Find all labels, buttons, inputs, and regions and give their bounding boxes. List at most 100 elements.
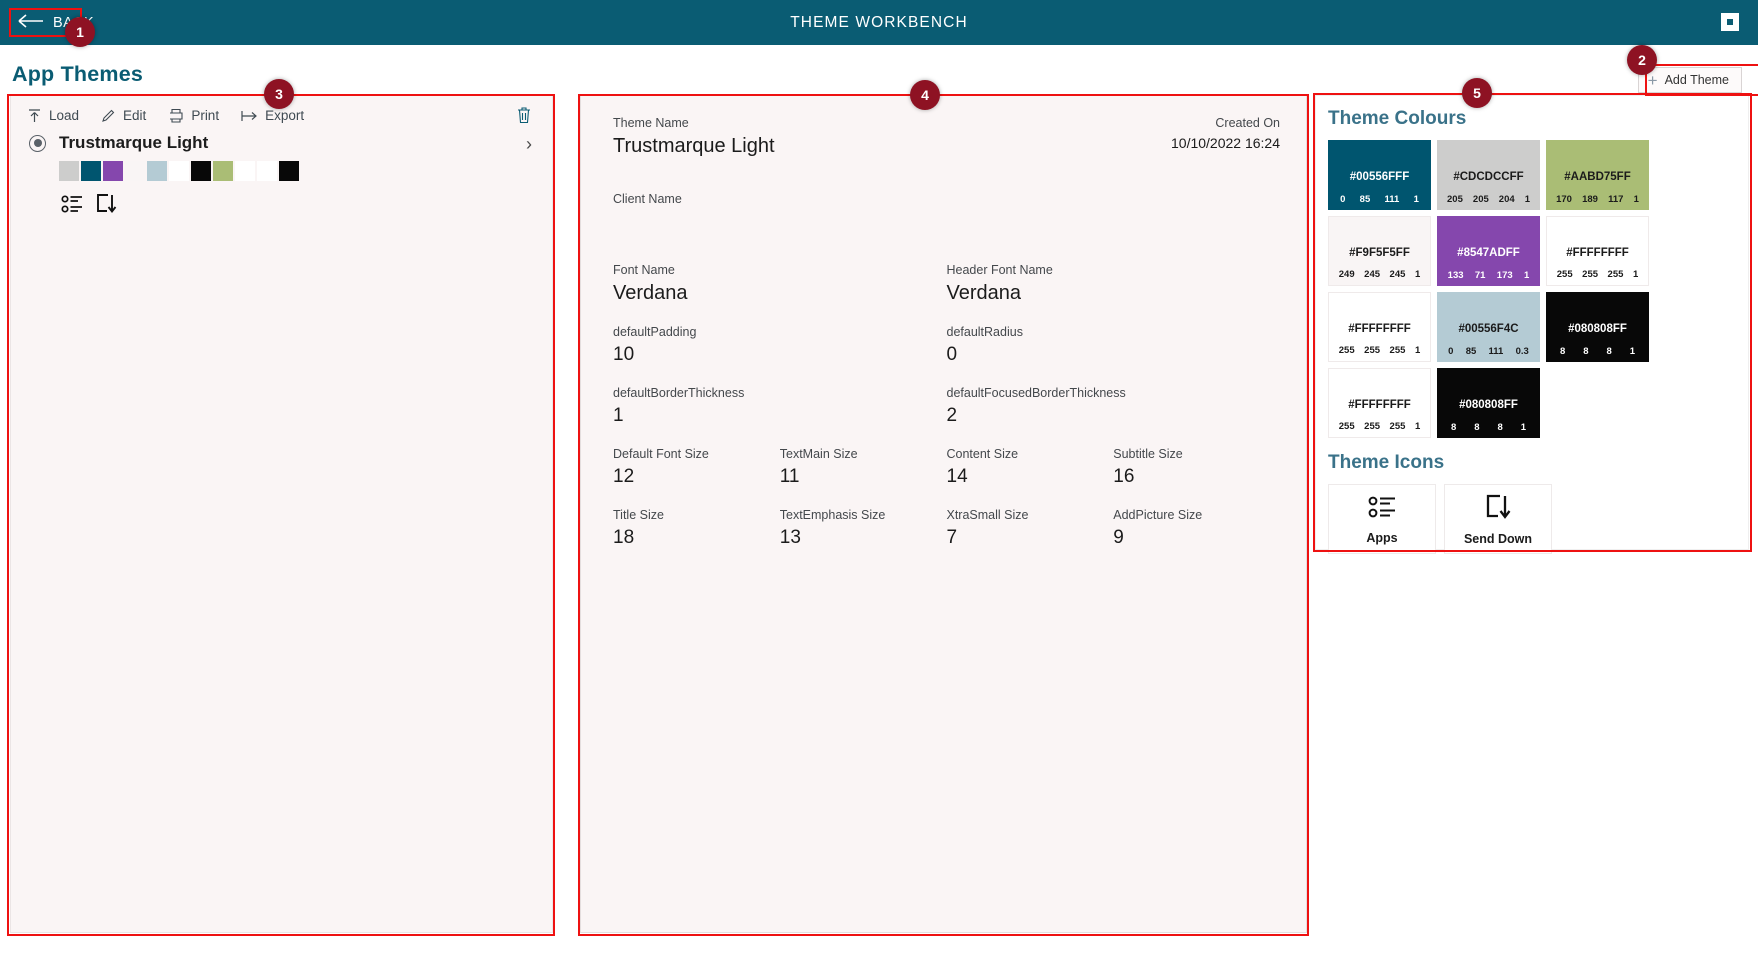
app-title: THEME WORKBENCH xyxy=(790,13,968,31)
theme-colour-channel-g: 8 xyxy=(1583,346,1589,357)
theme-swatch xyxy=(213,161,233,181)
xtrasmall-size-value: 7 xyxy=(946,527,958,548)
theme-list-item[interactable]: Trustmarque Light › xyxy=(11,133,552,217)
theme-colour-tile[interactable]: #FFFFFFFF 255 255 255 1 xyxy=(1546,216,1649,286)
edit-button[interactable]: Edit xyxy=(101,108,146,123)
theme-workbench-app: BACK THEME WORKBENCH App Themes + Add Th… xyxy=(0,0,1758,960)
theme-icon-strip xyxy=(59,191,536,217)
theme-swatch-strip xyxy=(59,161,536,181)
theme-swatch xyxy=(81,161,101,181)
apps-icon[interactable] xyxy=(59,191,85,217)
theme-colour-channel-g: 255 xyxy=(1364,421,1381,432)
content-size-field: Content Size 14 xyxy=(947,447,1114,488)
theme-colour-channel-r: 133 xyxy=(1447,270,1464,281)
subtitle-size-label: Subtitle Size xyxy=(1113,447,1183,461)
theme-colour-channel-g: 205 xyxy=(1472,194,1489,205)
theme-icon-card-apps[interactable]: Apps xyxy=(1328,484,1436,554)
pencil-icon xyxy=(101,108,116,123)
theme-colour-channel-r: 8 xyxy=(1559,346,1566,357)
theme-colour-tile[interactable]: #080808FF 8 8 8 1 xyxy=(1437,368,1540,438)
sizes-row-2: Title Size 18 TextEmphasis Size 13 XtraS… xyxy=(613,508,1280,549)
theme-icons-grid: Apps Send Down xyxy=(1328,484,1734,554)
addpicture-size-label: AddPicture Size xyxy=(1113,508,1203,522)
theme-colour-channel-r: 0 xyxy=(1448,346,1454,357)
theme-colour-tile[interactable]: #080808FF 8 8 8 1 xyxy=(1546,292,1649,362)
load-button[interactable]: Load xyxy=(27,108,79,123)
theme-colour-tile[interactable]: #FFFFFFFF 255 255 255 1 xyxy=(1328,368,1431,438)
theme-colour-hex: #080808FF xyxy=(1568,323,1627,335)
theme-colour-rgba: 0 85 111 0.3 xyxy=(1437,346,1540,357)
theme-colour-channel-r: 170 xyxy=(1556,194,1572,205)
theme-colour-rgba: 255 255 255 1 xyxy=(1329,421,1430,432)
print-label: Print xyxy=(191,108,220,123)
theme-colour-channel-g: 255 xyxy=(1582,269,1599,280)
xtrasmall-size-label: XtraSmall Size xyxy=(946,508,1029,522)
theme-colour-rgba: 0 85 111 1 xyxy=(1328,194,1431,205)
theme-icon-label: Apps xyxy=(1366,530,1398,545)
export-button[interactable]: Export xyxy=(241,108,304,123)
annotation-badge-5: 5 xyxy=(1462,78,1492,108)
default-focused-border-thickness-label: defaultFocusedBorderThickness xyxy=(946,386,1126,400)
theme-colour-tile[interactable]: #F9F5F5FF 249 245 245 1 xyxy=(1328,216,1431,286)
themes-list-panel: Load Edit Print Export Trustmarque Light… xyxy=(10,95,553,933)
font-name-field: Font Name Verdana xyxy=(613,263,947,305)
title-bar: BACK THEME WORKBENCH xyxy=(0,0,1758,45)
theme-colour-channel-a: 1 xyxy=(1633,194,1639,205)
theme-select-radio[interactable] xyxy=(29,134,46,152)
default-font-size-field: Default Font Size 12 xyxy=(613,447,780,488)
theme-icon-label: Send Down xyxy=(1463,531,1533,546)
created-on-field: Created On 10/10/2022 16:24 xyxy=(1171,116,1280,151)
theme-colour-channel-b: 8 xyxy=(1497,422,1503,433)
export-arrow-icon xyxy=(241,109,258,123)
theme-icon-card-send-down[interactable]: Send Down xyxy=(1444,484,1552,554)
theme-colour-tile[interactable]: #00556F4C 0 85 111 0.3 xyxy=(1437,292,1540,362)
theme-colour-tile[interactable]: #00556FFF 0 85 111 1 xyxy=(1328,140,1431,210)
theme-colour-channel-r: 249 xyxy=(1338,269,1355,280)
add-theme-button[interactable]: + Add Theme xyxy=(1637,67,1742,93)
metrics-row-2: defaultBorderThickness 1 defaultFocusedB… xyxy=(613,386,1280,427)
theme-colour-channel-g: 85 xyxy=(1465,346,1477,357)
chevron-right-icon[interactable]: › xyxy=(526,135,532,153)
page-title: App Themes xyxy=(12,62,144,86)
delete-theme-button[interactable] xyxy=(516,106,532,129)
theme-colour-channel-g: 8 xyxy=(1474,422,1480,433)
theme-colour-channel-a: 1 xyxy=(1632,269,1639,280)
textmain-size-value: 11 xyxy=(779,466,800,487)
theme-colour-channel-b: 255 xyxy=(1389,421,1406,432)
theme-swatch xyxy=(235,161,255,181)
theme-name-value: Trustmarque Light xyxy=(613,135,775,157)
theme-colour-hex: #F9F5F5FF xyxy=(1349,247,1410,259)
textemphasis-size-label: TextEmphasis Size xyxy=(779,508,886,522)
created-on-value: 10/10/2022 16:24 xyxy=(1171,135,1280,151)
print-button[interactable]: Print xyxy=(168,108,219,123)
font-name-value: Verdana xyxy=(613,282,688,304)
theme-colour-rgba: 255 255 255 1 xyxy=(1329,345,1430,356)
textemphasis-size-value: 13 xyxy=(779,527,801,548)
sizes-row-1: Default Font Size 12 TextMain Size 11 Co… xyxy=(613,447,1280,488)
theme-colour-channel-a: 1 xyxy=(1414,345,1421,356)
theme-colour-tile[interactable]: #AABD75FF 170 189 117 1 xyxy=(1546,140,1649,210)
default-focused-border-thickness-value: 2 xyxy=(946,405,958,426)
send-down-icon[interactable] xyxy=(93,191,119,217)
theme-colour-tile[interactable]: #8547ADFF 133 71 173 1 xyxy=(1437,216,1540,286)
theme-details-header: Theme Name Trustmarque Light Created On … xyxy=(613,116,1280,158)
theme-colours-title: Theme Colours xyxy=(1328,108,1467,129)
theme-colour-channel-b: 8 xyxy=(1606,346,1612,357)
default-padding-field: defaultPadding 10 xyxy=(613,325,947,366)
theme-colour-tile[interactable]: #FFFFFFFF 255 255 255 1 xyxy=(1328,292,1431,362)
upload-icon xyxy=(27,108,42,123)
app-logo-icon[interactable] xyxy=(1718,10,1742,34)
header-font-name-label: Header Font Name xyxy=(946,263,1053,277)
theme-colour-hex: #080808FF xyxy=(1459,399,1518,411)
theme-colour-channel-r: 8 xyxy=(1450,422,1457,433)
theme-colour-tile[interactable]: #CDCDCCFF 205 205 204 1 xyxy=(1437,140,1540,210)
theme-colour-rgba: 255 255 255 1 xyxy=(1547,269,1648,280)
theme-colour-hex: #FFFFFFFF xyxy=(1348,323,1411,335)
default-border-thickness-field: defaultBorderThickness 1 xyxy=(613,386,947,427)
theme-colour-channel-g: 71 xyxy=(1474,270,1486,281)
content-size-label: Content Size xyxy=(946,447,1019,461)
title-size-value: 18 xyxy=(613,527,635,548)
theme-icons-title: Theme Icons xyxy=(1328,452,1445,473)
